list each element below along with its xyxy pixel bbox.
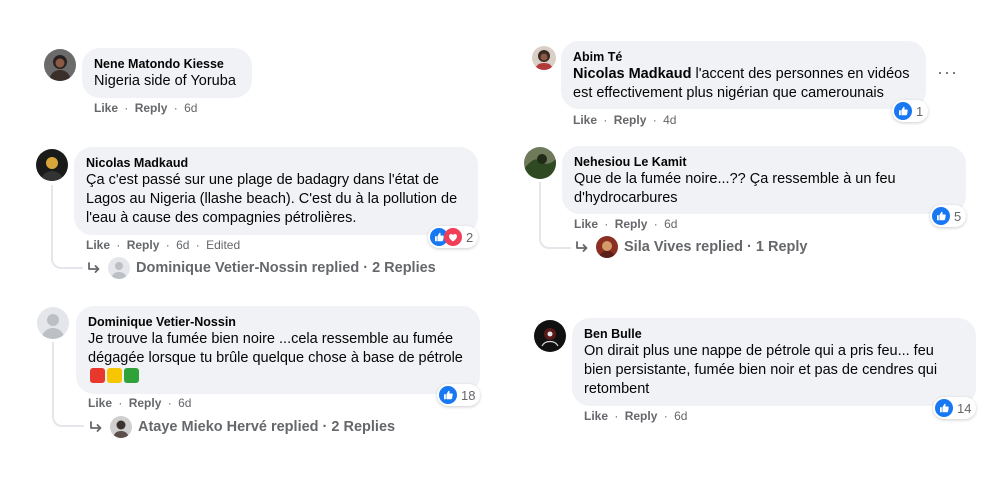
reaction-count: 2 — [466, 229, 474, 245]
comment-author[interactable]: Ben Bulle — [584, 326, 964, 342]
avatar[interactable] — [36, 149, 68, 181]
reaction-summary[interactable]: 5 — [930, 205, 967, 227]
comment-author[interactable]: Dominique Vetier-Nossin — [88, 314, 468, 330]
reaction-summary[interactable]: 18 — [437, 384, 481, 406]
separator: · — [604, 217, 609, 231]
separator: · — [165, 238, 170, 252]
separator: · — [663, 409, 668, 423]
reply-button[interactable]: Reply — [129, 396, 162, 410]
reply-arrow-icon — [90, 421, 102, 432]
reply-button[interactable]: Reply — [614, 113, 647, 127]
view-replies-link[interactable]: Dominique Vetier-Nossin replied · 2 Repl… — [86, 257, 436, 279]
reply-button[interactable]: Reply — [135, 101, 168, 115]
avatar[interactable] — [524, 147, 556, 179]
reaction-summary[interactable]: 2 — [428, 226, 479, 248]
reply-arrow-icon — [88, 262, 100, 273]
comment-author[interactable]: Abim Té — [573, 49, 914, 65]
replies-label: Ataye Mieko Hervé replied · 2 Replies — [138, 419, 396, 435]
avatar[interactable] — [44, 49, 76, 81]
timestamp[interactable]: 6d — [178, 396, 191, 410]
comment-text: Je trouve la fumée bien noire ...cela re… — [88, 330, 468, 387]
like-reaction-icon — [439, 386, 457, 404]
replies-label: Sila Vives replied · 1 Reply — [624, 239, 808, 255]
comment-actions: Like · Reply · 6d — [584, 408, 687, 424]
comment-text: Que de la fumée noire...?? Ça ressemble … — [574, 171, 896, 206]
like-reaction-icon — [894, 102, 912, 120]
separator: · — [603, 113, 608, 127]
love-reaction-icon — [444, 228, 462, 246]
comment-actions: Like · Reply · 6d — [574, 216, 677, 232]
timestamp[interactable]: 6d — [664, 217, 677, 231]
avatar — [110, 416, 132, 438]
comment-actions: Like · Reply · 6d — [88, 395, 191, 411]
timestamp[interactable]: 6d — [674, 409, 687, 423]
like-button[interactable]: Like — [86, 238, 110, 252]
reaction-count: 18 — [461, 387, 476, 403]
like-button[interactable]: Like — [88, 396, 112, 410]
avatar — [108, 257, 130, 279]
timestamp[interactable]: 4d — [663, 113, 676, 127]
comment-text: Nigeria side of Yoruba — [94, 73, 236, 89]
reply-arrow-icon — [576, 241, 588, 252]
comment-bubble: Nicolas Madkaud Ça c'est passé sur une p… — [74, 147, 478, 235]
like-button[interactable]: Like — [94, 101, 118, 115]
separator: · — [195, 238, 200, 252]
comment-actions: Like · Reply · 4d — [573, 112, 676, 128]
avatar[interactable] — [532, 46, 556, 70]
comment-author[interactable]: Nehesiou Le Kamit — [574, 154, 954, 170]
edited-label: Edited — [206, 238, 241, 252]
comment-actions: Like · Reply · 6d · Edited — [86, 237, 240, 253]
comment-text: Ça c'est passé sur une plage de badagry … — [86, 172, 458, 226]
comment-author[interactable]: Nicolas Madkaud — [86, 155, 466, 171]
comment-text: Nicolas Madkaud l'accent des personnes e… — [573, 65, 914, 103]
view-replies-link[interactable]: Ataye Mieko Hervé replied · 2 Replies — [88, 416, 395, 438]
comment-bubble: Nehesiou Le Kamit Que de la fumée noire.… — [562, 146, 966, 214]
reaction-summary[interactable]: 14 — [933, 397, 977, 419]
reply-button[interactable]: Reply — [127, 238, 160, 252]
comment-text: On dirait plus une nappe de pétrole qui … — [584, 343, 938, 397]
reply-button[interactable]: Reply — [615, 217, 648, 231]
view-replies-link[interactable]: Sila Vives replied · 1 Reply — [574, 236, 808, 258]
green-square-emoji — [124, 368, 139, 383]
separator: · — [118, 396, 123, 410]
more-options-icon[interactable]: ··· — [937, 62, 958, 83]
separator: · — [167, 396, 172, 410]
timestamp[interactable]: 6d — [184, 101, 197, 115]
replies-label: Dominique Vetier-Nossin replied · 2 Repl… — [136, 260, 436, 276]
mention-link[interactable]: Nicolas Madkaud — [573, 66, 691, 82]
reaction-count: 5 — [954, 208, 962, 224]
comment-author[interactable]: Nene Matondo Kiesse — [94, 56, 240, 72]
avatar — [596, 236, 618, 258]
red-square-emoji — [90, 368, 105, 383]
reply-button[interactable]: Reply — [625, 409, 658, 423]
avatar[interactable] — [37, 307, 69, 339]
separator: · — [652, 113, 657, 127]
like-button[interactable]: Like — [573, 113, 597, 127]
comment-bubble: Dominique Vetier-Nossin Je trouve la fum… — [76, 306, 480, 394]
separator: · — [124, 101, 129, 115]
comment-text-body: Je trouve la fumée bien noire ...cela re… — [88, 331, 463, 366]
like-button[interactable]: Like — [584, 409, 608, 423]
reaction-count: 1 — [916, 103, 924, 119]
avatar[interactable] — [534, 320, 566, 352]
comment-actions: Like · Reply · 6d — [94, 100, 197, 116]
comment-bubble: Ben Bulle On dirait plus une nappe de pé… — [572, 318, 976, 406]
separator: · — [614, 409, 619, 423]
like-reaction-icon — [935, 399, 953, 417]
comment-bubble: Nene Matondo Kiesse Nigeria side of Yoru… — [82, 48, 252, 98]
like-button[interactable]: Like — [574, 217, 598, 231]
separator: · — [116, 238, 121, 252]
reaction-summary[interactable]: 1 — [892, 100, 929, 122]
timestamp[interactable]: 6d — [176, 238, 189, 252]
yellow-square-emoji — [107, 368, 122, 383]
like-reaction-icon — [932, 207, 950, 225]
separator: · — [173, 101, 178, 115]
reaction-count: 14 — [957, 400, 972, 416]
separator: · — [653, 217, 658, 231]
comment-bubble: Abim Té Nicolas Madkaud l'accent des per… — [561, 41, 926, 109]
